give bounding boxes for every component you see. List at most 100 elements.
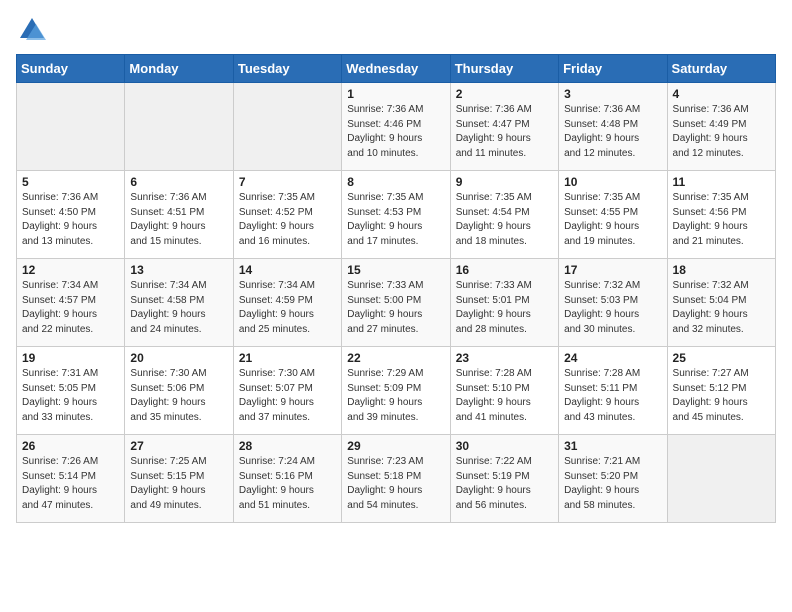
calendar-week-row: 26Sunrise: 7:26 AM Sunset: 5:14 PM Dayli…	[17, 435, 776, 523]
calendar-cell: 13 Sunrise: 7:34 AM Sunset: 4:58 PM Dayli…	[125, 259, 233, 347]
day-info: Sunrise: 7:32 AM Sunset: 5:03 PM Dayligh…	[564, 279, 661, 337]
calendar-cell: 19 Sunrise: 7:31 AM Sunset: 5:05 PM Dayli…	[17, 347, 125, 435]
day-number: 9	[456, 175, 553, 189]
day-number: 11	[673, 175, 770, 189]
day-number: 27	[130, 439, 227, 453]
day-info: Sunrise: 7:32 AM Sunset: 5:04 PM Dayligh…	[673, 279, 770, 337]
calendar-week-row: 19 Sunrise: 7:31 AM Sunset: 5:05 PM Dayli…	[17, 347, 776, 435]
day-info: Sunrise: 7:31 AM Sunset: 5:05 PM Dayligh…	[22, 367, 119, 425]
calendar-cell	[17, 83, 125, 171]
calendar-cell: 27 Sunrise: 7:25 AM Sunset: 5:15 PM Dayli…	[125, 435, 233, 523]
calendar-cell: 10 Sunrise: 7:35 AM Sunset: 4:55 PM Dayli…	[559, 171, 667, 259]
day-info: Sunrise: 7:21 AM Sunset: 5:20 PM Dayligh…	[564, 455, 661, 513]
calendar-cell	[125, 83, 233, 171]
calendar-cell: 18 Sunrise: 7:32 AM Sunset: 5:04 PM Dayli…	[667, 259, 775, 347]
calendar-cell: 5 Sunrise: 7:36 AM Sunset: 4:50 PM Daylig…	[17, 171, 125, 259]
weekday-header-row: SundayMondayTuesdayWednesdayThursdayFrid…	[17, 55, 776, 83]
day-number: 4	[673, 87, 770, 101]
day-number: 8	[347, 175, 444, 189]
day-number: 10	[564, 175, 661, 189]
weekday-header: Saturday	[667, 55, 775, 83]
calendar-cell	[233, 83, 341, 171]
day-number: 23	[456, 351, 553, 365]
weekday-header: Friday	[559, 55, 667, 83]
calendar-cell: 24Sunrise: 7:28 AM Sunset: 5:11 PM Dayli…	[559, 347, 667, 435]
day-number: 14	[239, 263, 336, 277]
day-info: Sunrise: 7:35 AM Sunset: 4:56 PM Dayligh…	[673, 191, 770, 249]
calendar-table: SundayMondayTuesdayWednesdayThursdayFrid…	[16, 54, 776, 523]
day-info: Sunrise: 7:27 AM Sunset: 5:12 PM Dayligh…	[673, 367, 770, 425]
day-number: 26	[22, 439, 119, 453]
logo	[16, 16, 46, 44]
day-number: 29	[347, 439, 444, 453]
day-number: 22	[347, 351, 444, 365]
day-info: Sunrise: 7:35 AM Sunset: 4:54 PM Dayligh…	[456, 191, 553, 249]
day-number: 16	[456, 263, 553, 277]
weekday-header: Sunday	[17, 55, 125, 83]
calendar-cell: 16Sunrise: 7:33 AM Sunset: 5:01 PM Dayli…	[450, 259, 558, 347]
day-info: Sunrise: 7:30 AM Sunset: 5:07 PM Dayligh…	[239, 367, 336, 425]
day-info: Sunrise: 7:24 AM Sunset: 5:16 PM Dayligh…	[239, 455, 336, 513]
day-number: 31	[564, 439, 661, 453]
day-number: 21	[239, 351, 336, 365]
calendar-cell: 6 Sunrise: 7:36 AM Sunset: 4:51 PM Daylig…	[125, 171, 233, 259]
day-info: Sunrise: 7:35 AM Sunset: 4:52 PM Dayligh…	[239, 191, 336, 249]
day-info: Sunrise: 7:35 AM Sunset: 4:53 PM Dayligh…	[347, 191, 444, 249]
day-info: Sunrise: 7:25 AM Sunset: 5:15 PM Dayligh…	[130, 455, 227, 513]
calendar-cell: 31 Sunrise: 7:21 AM Sunset: 5:20 PM Dayli…	[559, 435, 667, 523]
page-header	[16, 16, 776, 44]
calendar-cell: 20Sunrise: 7:30 AM Sunset: 5:06 PM Dayli…	[125, 347, 233, 435]
day-info: Sunrise: 7:34 AM Sunset: 4:59 PM Dayligh…	[239, 279, 336, 337]
calendar-cell: 11 Sunrise: 7:35 AM Sunset: 4:56 PM Dayli…	[667, 171, 775, 259]
weekday-header: Tuesday	[233, 55, 341, 83]
day-info: Sunrise: 7:36 AM Sunset: 4:50 PM Dayligh…	[22, 191, 119, 249]
day-info: Sunrise: 7:36 AM Sunset: 4:49 PM Dayligh…	[673, 103, 770, 161]
day-number: 7	[239, 175, 336, 189]
calendar-cell: 9 Sunrise: 7:35 AM Sunset: 4:54 PM Daylig…	[450, 171, 558, 259]
calendar-week-row: 12 Sunrise: 7:34 AM Sunset: 4:57 PM Dayli…	[17, 259, 776, 347]
day-info: Sunrise: 7:34 AM Sunset: 4:57 PM Dayligh…	[22, 279, 119, 337]
calendar-cell: 21 Sunrise: 7:30 AM Sunset: 5:07 PM Dayli…	[233, 347, 341, 435]
calendar-cell: 2 Sunrise: 7:36 AM Sunset: 4:47 PM Daylig…	[450, 83, 558, 171]
calendar-cell: 7 Sunrise: 7:35 AM Sunset: 4:52 PM Daylig…	[233, 171, 341, 259]
day-info: Sunrise: 7:36 AM Sunset: 4:48 PM Dayligh…	[564, 103, 661, 161]
calendar-cell: 15 Sunrise: 7:33 AM Sunset: 5:00 PM Dayli…	[342, 259, 450, 347]
day-number: 19	[22, 351, 119, 365]
day-number: 3	[564, 87, 661, 101]
calendar-cell: 22 Sunrise: 7:29 AM Sunset: 5:09 PM Dayli…	[342, 347, 450, 435]
calendar-cell: 30Sunrise: 7:22 AM Sunset: 5:19 PM Dayli…	[450, 435, 558, 523]
day-number: 1	[347, 87, 444, 101]
day-number: 25	[673, 351, 770, 365]
weekday-header: Thursday	[450, 55, 558, 83]
day-info: Sunrise: 7:29 AM Sunset: 5:09 PM Dayligh…	[347, 367, 444, 425]
calendar-cell: 25 Sunrise: 7:27 AM Sunset: 5:12 PM Dayli…	[667, 347, 775, 435]
calendar-cell: 8 Sunrise: 7:35 AM Sunset: 4:53 PM Daylig…	[342, 171, 450, 259]
day-info: Sunrise: 7:36 AM Sunset: 4:46 PM Dayligh…	[347, 103, 444, 161]
day-number: 12	[22, 263, 119, 277]
day-info: Sunrise: 7:36 AM Sunset: 4:51 PM Dayligh…	[130, 191, 227, 249]
day-number: 5	[22, 175, 119, 189]
day-number: 13	[130, 263, 227, 277]
calendar-cell: 17 Sunrise: 7:32 AM Sunset: 5:03 PM Dayli…	[559, 259, 667, 347]
calendar-cell	[667, 435, 775, 523]
day-number: 6	[130, 175, 227, 189]
calendar-cell: 1 Sunrise: 7:36 AM Sunset: 4:46 PM Daylig…	[342, 83, 450, 171]
day-number: 30	[456, 439, 553, 453]
day-info: Sunrise: 7:33 AM Sunset: 5:00 PM Dayligh…	[347, 279, 444, 337]
weekday-header: Wednesday	[342, 55, 450, 83]
day-info: Sunrise: 7:36 AM Sunset: 4:47 PM Dayligh…	[456, 103, 553, 161]
calendar-cell: 4 Sunrise: 7:36 AM Sunset: 4:49 PM Daylig…	[667, 83, 775, 171]
calendar-cell: 12 Sunrise: 7:34 AM Sunset: 4:57 PM Dayli…	[17, 259, 125, 347]
day-number: 17	[564, 263, 661, 277]
day-number: 15	[347, 263, 444, 277]
day-number: 2	[456, 87, 553, 101]
day-info: Sunrise: 7:34 AM Sunset: 4:58 PM Dayligh…	[130, 279, 227, 337]
day-info: Sunrise: 7:28 AM Sunset: 5:10 PM Dayligh…	[456, 367, 553, 425]
day-info: Sunrise: 7:35 AM Sunset: 4:55 PM Dayligh…	[564, 191, 661, 249]
day-number: 28	[239, 439, 336, 453]
calendar-cell: 28 Sunrise: 7:24 AM Sunset: 5:16 PM Dayli…	[233, 435, 341, 523]
day-number: 24	[564, 351, 661, 365]
logo-icon	[18, 16, 46, 44]
day-info: Sunrise: 7:23 AM Sunset: 5:18 PM Dayligh…	[347, 455, 444, 513]
day-number: 18	[673, 263, 770, 277]
